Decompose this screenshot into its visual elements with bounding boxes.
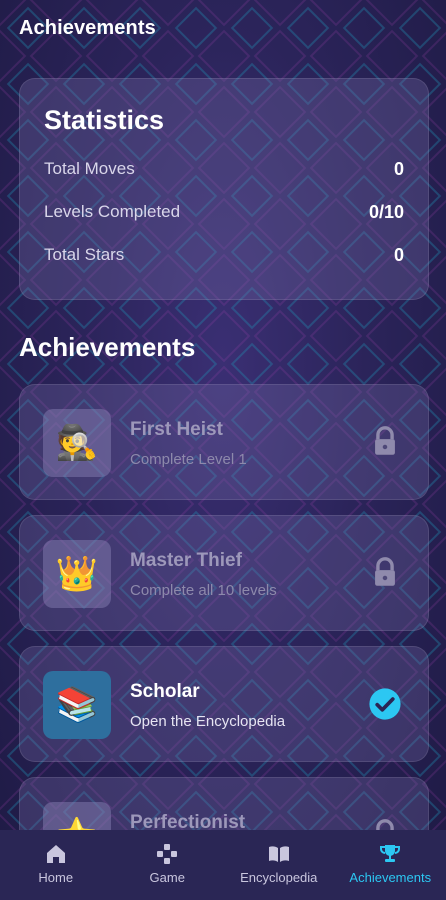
achievement-card-master-thief[interactable]: 👑 Master Thief Complete all 10 levels xyxy=(19,515,429,631)
stat-row-total-stars: Total Stars 0 xyxy=(44,244,404,266)
page-title: Achievements xyxy=(19,17,156,39)
home-icon xyxy=(46,845,65,863)
book-icon xyxy=(268,846,289,862)
nav-label: Game xyxy=(149,870,185,885)
gamepad-icon xyxy=(157,844,178,864)
achievement-name: Master Thief xyxy=(130,550,242,571)
stat-label: Total Moves xyxy=(44,159,135,178)
nav-label: Home xyxy=(38,870,74,885)
detective-icon: 🕵️ xyxy=(43,409,111,477)
achievement-description: Complete Level 1 xyxy=(130,451,247,468)
stat-label: Levels Completed xyxy=(44,202,181,221)
crown-icon: 👑 xyxy=(43,540,111,608)
achievement-card-first-heist[interactable]: 🕵️ First Heist Complete Level 1 xyxy=(19,384,429,500)
stat-row-levels-completed: Levels Completed 0/10 xyxy=(44,201,404,223)
achievement-description: Open the Encyclopedia xyxy=(130,713,286,730)
bottom-navigation: Home Game Encyclopedia Achievements xyxy=(0,830,446,900)
nav-item-achievements[interactable]: Achievements xyxy=(335,830,446,900)
achievements-screen: Achievements Statistics Total Moves 0 Le… xyxy=(0,0,446,900)
nav-label: Achievements xyxy=(349,870,432,885)
achievement-name: First Heist xyxy=(130,419,223,440)
achievements-section-title: Achievements xyxy=(19,332,196,362)
stat-value: 0 xyxy=(393,158,404,179)
nav-item-game[interactable]: Game xyxy=(112,830,224,900)
stat-value: 0 xyxy=(393,244,404,265)
achievement-card-scholar[interactable]: 📚 Scholar Open the Encyclopedia xyxy=(19,646,429,762)
statistics-title: Statistics xyxy=(44,105,165,135)
nav-label: Encyclopedia xyxy=(240,870,318,885)
stat-row-total-moves: Total Moves 0 xyxy=(44,158,404,180)
stat-value: 0/10 xyxy=(368,201,404,222)
statistics-card: Statistics Total Moves 0 Levels Complete… xyxy=(19,78,429,300)
stat-label: Total Stars xyxy=(44,245,125,264)
nav-item-encyclopedia[interactable]: Encyclopedia xyxy=(223,830,335,900)
lock-icon xyxy=(375,426,395,455)
trophy-icon xyxy=(380,845,401,862)
achievement-description: Complete all 10 levels xyxy=(130,582,277,599)
achievement-name: Scholar xyxy=(130,681,200,702)
nav-item-home[interactable]: Home xyxy=(0,830,112,900)
check-circle-icon xyxy=(369,688,401,720)
books-icon: 📚 xyxy=(43,671,111,739)
lock-icon xyxy=(375,557,395,586)
